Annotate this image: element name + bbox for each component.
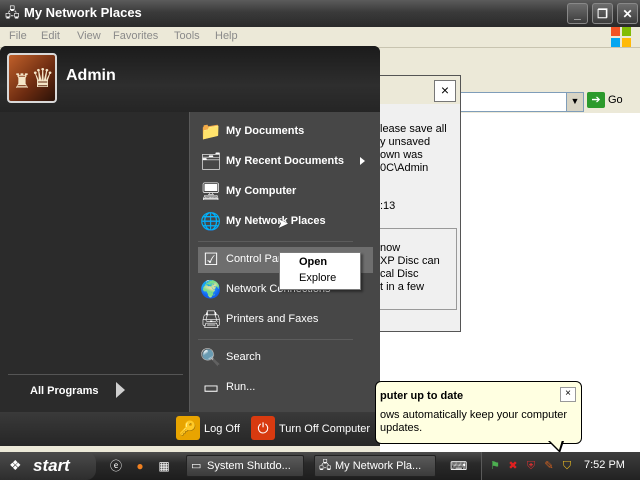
address-dropdown-button[interactable]: ▼ — [566, 92, 584, 112]
chess-piece-icon: ♛ — [31, 63, 55, 93]
recent-docs-icon: 🗂 — [200, 152, 222, 171]
clock[interactable]: 7:52 PM — [584, 459, 625, 471]
keyboard-icon[interactable]: ⌨ — [450, 458, 467, 474]
menu-item-search[interactable]: 🔍 Search — [198, 345, 373, 371]
windows-flag-icon: ❖ — [9, 457, 22, 473]
notification-balloon: puter up to date × ows automatically kee… — [375, 381, 582, 444]
task-system-shutdown[interactable]: ▭ System Shutdo... — [186, 455, 304, 477]
context-menu: Open Explore — [279, 252, 361, 290]
printer-icon: 🖨 — [200, 310, 222, 329]
window-title: My Network Places — [24, 5, 142, 20]
quicklaunch-media-icon[interactable]: ▦ — [156, 458, 172, 474]
antivirus-alert-icon[interactable]: ✖ — [506, 459, 520, 473]
menu-item-my-computer[interactable]: 🖥 My Computer — [198, 179, 373, 205]
pinned-programs-pane: All Programs — [0, 112, 189, 412]
dialog-close-button[interactable]: × — [434, 80, 456, 102]
mouse-cursor-icon: ➤ — [277, 215, 289, 231]
search-icon: 🔍 — [200, 348, 222, 367]
all-programs-button[interactable]: All Programs — [30, 385, 98, 397]
submenu-arrow-icon — [360, 157, 365, 165]
menu-tools[interactable]: Tools — [174, 30, 200, 42]
balloon-text: ows automatically keep your computer upd… — [380, 409, 568, 434]
menu-favorites[interactable]: Favorites — [113, 30, 158, 42]
control-panel-icon: ☑ — [203, 250, 219, 269]
dialog-header: × — [378, 76, 460, 104]
chess-piece-icon: ♜ — [13, 71, 31, 93]
folder-icon: 📁 — [200, 122, 222, 141]
start-menu-header: ♜ ♛ Admin — [0, 46, 380, 112]
dialog-info-box: now XP Disc can cal Disc t in a few — [378, 228, 457, 310]
balloon-close-button[interactable]: × — [560, 387, 576, 402]
balloon-tail-inner — [549, 440, 562, 450]
security-shield-icon[interactable]: ⛨ — [524, 459, 538, 473]
window-icon: ▭ — [191, 460, 202, 472]
divider — [198, 339, 353, 340]
close-button[interactable]: ✕ — [617, 3, 638, 24]
go-arrow-icon: ➔ — [587, 92, 605, 108]
network-places-icon: 🖧 — [319, 460, 332, 472]
quicklaunch-ie-icon[interactable]: ⓔ — [108, 458, 124, 474]
menu-item-my-recent-documents[interactable]: 🗂 My Recent Documents — [198, 149, 373, 175]
menu-file[interactable]: File — [9, 30, 27, 42]
start-menu: ♜ ♛ Admin All Programs 📁 My Documents 🗂 … — [0, 46, 380, 446]
key-icon: 🔑 — [176, 416, 200, 440]
network-places-icon: 🖧 — [5, 5, 20, 20]
divider — [8, 374, 183, 375]
username: Admin — [66, 67, 116, 84]
go-button[interactable]: ➔ Go — [587, 92, 623, 110]
system-tray: ⚑ ✖ ⛨ ✎ ⛉ 7:52 PM — [481, 452, 640, 480]
task-my-network-places[interactable]: 🖧 My Network Pla... — [314, 455, 436, 477]
menu-help[interactable]: Help — [215, 30, 238, 42]
network-icon: 🌐 — [200, 212, 222, 231]
power-icon: ⏻ — [251, 416, 275, 440]
user-avatar[interactable]: ♜ ♛ — [7, 53, 57, 103]
menu-bar: File Edit View Favorites Tools Help — [0, 27, 640, 48]
window-titlebar[interactable]: 🖧 My Network Places _ ❐ ✕ — [0, 0, 640, 27]
context-menu-open[interactable]: Open — [299, 256, 327, 268]
minimize-button[interactable]: _ — [567, 3, 588, 24]
maximize-button[interactable]: ❐ — [592, 3, 613, 24]
menu-item-run[interactable]: ▭ Run... — [198, 375, 373, 401]
start-button[interactable]: ❖ start — [0, 452, 96, 480]
tool-icon[interactable]: ✎ — [542, 459, 556, 473]
context-menu-explore[interactable]: Explore — [299, 272, 336, 284]
menu-item-printers-and-faxes[interactable]: 🖨 Printers and Faxes — [198, 307, 373, 333]
menu-item-my-documents[interactable]: 📁 My Documents — [198, 119, 373, 145]
divider — [198, 241, 353, 242]
network-status-icon[interactable]: ⚑ — [488, 459, 502, 473]
network-connections-icon: 🌍 — [200, 280, 222, 299]
quicklaunch-firefox-icon[interactable]: ● — [132, 458, 148, 474]
start-menu-footer: 🔑 Log Off ⏻ Turn Off Computer — [0, 412, 380, 446]
menu-view[interactable]: View — [77, 30, 101, 42]
dialog-time: :13 — [380, 200, 396, 212]
balloon-title: puter up to date — [380, 390, 464, 402]
computer-icon: 🖥 — [200, 182, 222, 201]
menu-edit[interactable]: Edit — [41, 30, 60, 42]
run-icon: ▭ — [202, 378, 220, 397]
dialog-message: lease save all y unsaved own was 0C\Admi… — [380, 123, 447, 174]
arrow-right-icon — [116, 382, 125, 398]
shutdown-dialog: × lease save all y unsaved own was 0C\Ad… — [378, 75, 461, 332]
windows-update-shield-icon[interactable]: ⛉ — [560, 459, 574, 473]
windows-logo-icon — [611, 27, 631, 47]
taskbar: ❖ start ⓔ ● ▦ ▭ System Shutdo... 🖧 My Ne… — [0, 452, 640, 480]
